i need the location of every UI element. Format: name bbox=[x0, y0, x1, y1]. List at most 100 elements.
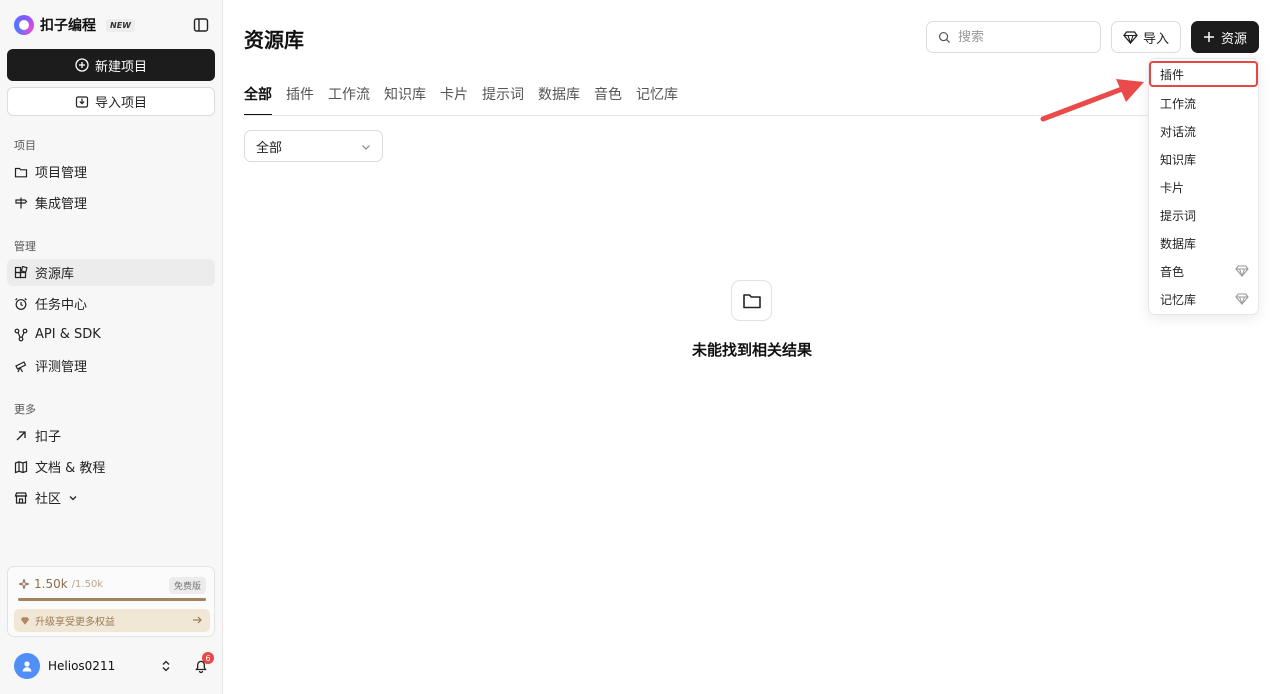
sidebar-item-label: 项目管理 bbox=[35, 166, 88, 181]
premium-diamond-icon bbox=[1235, 265, 1249, 277]
diamond-icon bbox=[1123, 30, 1138, 44]
plus-icon bbox=[1203, 32, 1214, 42]
diamond-icon bbox=[20, 616, 30, 625]
red-arrow-annotation bbox=[1040, 79, 1144, 122]
empty-state-message: 未能找到相关结果 bbox=[691, 341, 812, 359]
tab-all[interactable]: 全部 bbox=[244, 84, 272, 116]
section-label-manage: 管理 bbox=[14, 240, 36, 253]
section-label-project: 项目 bbox=[14, 139, 36, 152]
sidebar-item-task-center[interactable]: 任务中心 bbox=[7, 290, 215, 317]
menu-item-label: 记忆库 bbox=[1160, 292, 1197, 307]
type-filter-select[interactable]: 全部 bbox=[244, 130, 383, 162]
menu-item-memory[interactable]: 记忆库 bbox=[1150, 286, 1257, 312]
sidebar-item-label: 集成管理 bbox=[35, 197, 88, 212]
sidebar-item-label: 文档 & 教程 bbox=[35, 461, 106, 476]
sidebar-item-docs[interactable]: 文档 & 教程 bbox=[7, 453, 215, 480]
page-title: 资源库 bbox=[244, 28, 304, 52]
import-button[interactable]: 导入 bbox=[1111, 21, 1181, 53]
menu-item-database[interactable]: 数据库 bbox=[1150, 230, 1257, 256]
sidebar-item-label: 扣子 bbox=[35, 430, 62, 445]
storefront-icon bbox=[14, 491, 28, 504]
add-resource-label: 资源 bbox=[1220, 31, 1247, 47]
notification-badge: 6 bbox=[202, 652, 214, 664]
sidebar-item-coze[interactable]: 扣子 bbox=[7, 422, 215, 449]
signpost-icon bbox=[15, 197, 28, 208]
upgrade-button[interactable]: 升级享受更多权益 bbox=[14, 609, 210, 632]
chevron-up-down-icon[interactable] bbox=[159, 659, 173, 673]
upgrade-label: 升级享受更多权益 bbox=[35, 617, 115, 628]
credit-card: 1.50k /1.50k 免费版 升级享受更多权益 bbox=[7, 566, 215, 637]
tab-card[interactable]: 卡片 bbox=[440, 84, 468, 116]
sidebar-item-label: 评测管理 bbox=[35, 360, 88, 375]
tab-voice[interactable]: 音色 bbox=[594, 84, 622, 116]
search-input[interactable] bbox=[958, 29, 1088, 45]
avatar[interactable] bbox=[14, 653, 40, 679]
sidebar-toggle-icon[interactable] bbox=[193, 17, 209, 33]
section-label-more: 更多 bbox=[14, 403, 36, 416]
tab-knowledge[interactable]: 知识库 bbox=[384, 84, 426, 116]
app-window: 扣子编程 NEW 新建项目 导入项目 项目 项目管理 集成管理 管理 资源库 任… bbox=[0, 0, 1280, 694]
user-menu[interactable]: Helios0211 6 bbox=[14, 652, 214, 680]
menu-item-workflow[interactable]: 工作流 bbox=[1150, 90, 1257, 116]
sidebar-item-api-sdk[interactable]: API & SDK bbox=[7, 321, 215, 348]
sparkle-icon bbox=[18, 578, 30, 590]
search-box[interactable] bbox=[926, 21, 1101, 53]
menu-item-plugin[interactable]: 插件 bbox=[1149, 61, 1258, 87]
brand[interactable]: 扣子编程 NEW bbox=[14, 14, 135, 36]
menu-item-voice[interactable]: 音色 bbox=[1150, 258, 1257, 284]
sidebar-item-resource-library[interactable]: 资源库 bbox=[7, 259, 215, 286]
add-resource-button[interactable]: 资源 bbox=[1191, 21, 1259, 53]
tab-prompt[interactable]: 提示词 bbox=[482, 84, 524, 116]
chevron-down-icon bbox=[362, 145, 370, 150]
folder-icon bbox=[14, 167, 28, 177]
new-badge: NEW bbox=[106, 18, 135, 32]
folder-icon bbox=[742, 293, 761, 308]
resource-tabs: 全部 插件 工作流 知识库 卡片 提示词 数据库 音色 记忆库 bbox=[244, 84, 678, 116]
empty-folder-icon bbox=[731, 280, 772, 321]
sidebar-item-evaluation[interactable]: 评测管理 bbox=[7, 352, 215, 379]
import-button-label: 导入 bbox=[1142, 31, 1169, 47]
menu-item-chatflow[interactable]: 对话流 bbox=[1150, 118, 1257, 144]
coze-logo-icon bbox=[14, 15, 34, 35]
tab-database[interactable]: 数据库 bbox=[538, 84, 580, 116]
tab-workflow[interactable]: 工作流 bbox=[328, 84, 370, 116]
sidebar-item-label: 社区 bbox=[35, 492, 62, 507]
sidebar-item-community[interactable]: 社区 bbox=[7, 484, 215, 511]
sidebar-item-label: 资源库 bbox=[35, 267, 75, 282]
new-project-button[interactable]: 新建项目 bbox=[7, 49, 215, 81]
map-icon bbox=[14, 460, 28, 473]
credit-progress-bar bbox=[18, 598, 206, 601]
menu-item-knowledge[interactable]: 知识库 bbox=[1150, 146, 1257, 172]
credit-row: 1.50k /1.50k bbox=[18, 577, 103, 591]
new-project-label: 新建项目 bbox=[94, 59, 147, 75]
menu-item-prompt[interactable]: 提示词 bbox=[1150, 202, 1257, 228]
alarm-clock-icon bbox=[15, 297, 27, 310]
sidebar-item-integration[interactable]: 集成管理 bbox=[7, 189, 215, 216]
premium-diamond-icon bbox=[1235, 293, 1249, 305]
blocks-icon bbox=[14, 265, 28, 278]
credit-total: /1.50k bbox=[71, 578, 104, 590]
network-nodes-icon bbox=[14, 328, 28, 341]
plus-circle-icon bbox=[75, 58, 89, 72]
tab-plugin[interactable]: 插件 bbox=[286, 84, 314, 116]
credit-used: 1.50k bbox=[34, 577, 68, 591]
telescope-icon bbox=[15, 360, 27, 372]
user-icon bbox=[22, 661, 32, 672]
import-tray-icon bbox=[75, 95, 89, 108]
arrow-up-right-icon bbox=[16, 430, 26, 440]
sidebar-item-label: 任务中心 bbox=[35, 298, 88, 313]
credit-progress-fill bbox=[18, 598, 206, 601]
add-resource-menu: 插件 工作流 对话流 知识库 卡片 提示词 数据库 音色 记忆库 bbox=[1148, 58, 1259, 315]
sidebar: 扣子编程 NEW 新建项目 导入项目 项目 项目管理 集成管理 管理 资源库 任… bbox=[0, 0, 223, 694]
chevron-down-icon bbox=[69, 495, 77, 500]
import-project-button[interactable]: 导入项目 bbox=[7, 87, 215, 116]
tab-memory[interactable]: 记忆库 bbox=[636, 84, 678, 116]
plan-badge: 免费版 bbox=[168, 577, 206, 594]
menu-item-label: 音色 bbox=[1160, 264, 1185, 279]
import-project-label: 导入项目 bbox=[94, 96, 147, 111]
search-icon bbox=[938, 31, 951, 43]
sidebar-item-project-management[interactable]: 项目管理 bbox=[7, 158, 215, 185]
filter-value: 全部 bbox=[256, 140, 283, 156]
menu-item-card[interactable]: 卡片 bbox=[1150, 174, 1257, 200]
username: Helios0211 bbox=[48, 659, 116, 673]
